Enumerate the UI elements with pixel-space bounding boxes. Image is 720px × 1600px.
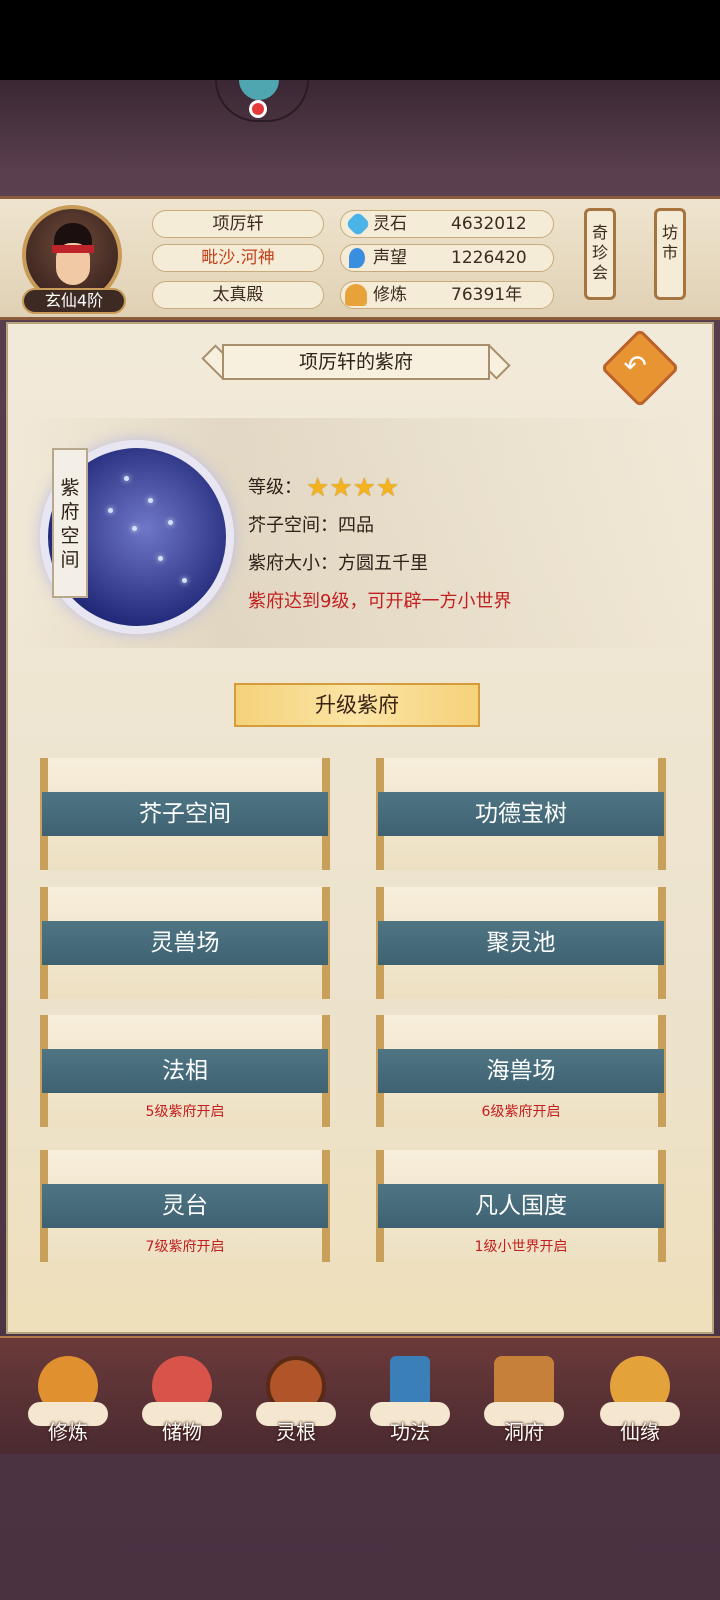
- nav-storage[interactable]: 储物: [132, 1346, 232, 1446]
- avatar-headband: [52, 245, 94, 253]
- meditation-icon: [345, 284, 367, 306]
- feature-requirement: 6级紫府开启: [481, 1104, 561, 1120]
- resource-spirit-stone: 灵石 4632012: [340, 210, 554, 238]
- nav-cultivate[interactable]: 修炼: [18, 1346, 118, 1446]
- player-name: 项厉轩: [152, 210, 324, 238]
- level-label: 等级：: [248, 477, 302, 498]
- page-title: 项厉轩的紫府: [222, 344, 490, 380]
- space-grade: 芥子空间：四品: [248, 515, 374, 536]
- spirit-stone-icon: [345, 211, 371, 237]
- nav-label: 洞府: [504, 1420, 544, 1444]
- feature-card-faxiang[interactable]: 法相 5级紫府开启: [34, 1015, 336, 1127]
- return-arrow-icon: ↶: [623, 348, 647, 382]
- constellation-star: [168, 520, 173, 525]
- constellation-star: [132, 526, 137, 531]
- nav-cave-house[interactable]: 洞府: [474, 1346, 574, 1446]
- nav-label: 修炼: [48, 1420, 88, 1444]
- level-stars: ★★★★: [306, 473, 400, 503]
- zifu-size: 紫府大小：方圆五千里: [248, 553, 428, 574]
- resource-cultivation: 修炼 76391年: [340, 281, 554, 309]
- feature-card-haishou[interactable]: 海兽场 6级紫府开启: [370, 1015, 672, 1127]
- feature-name: 法相: [162, 1058, 208, 1084]
- nav-spirit-root[interactable]: 灵根: [246, 1346, 346, 1446]
- feature-name: 灵台: [162, 1193, 208, 1219]
- feature-name: 灵兽场: [150, 930, 220, 956]
- star-icon: ★: [329, 473, 353, 503]
- nav-label: 灵根: [276, 1420, 316, 1444]
- feature-name: 凡人国度: [475, 1193, 567, 1219]
- resource-value: 1226420: [451, 248, 527, 268]
- nav-technique[interactable]: 功法: [360, 1346, 460, 1446]
- market-button[interactable]: 坊市: [654, 208, 686, 300]
- unlock-hint: 紫府达到9级，可开辟一方小世界: [248, 591, 512, 612]
- constellation-star: [108, 508, 113, 513]
- feature-requirement: 1级小世界开启: [474, 1239, 568, 1255]
- feature-name: 芥子空间: [139, 801, 231, 827]
- feature-requirement: 5级紫府开启: [145, 1104, 225, 1120]
- feature-card-jiezi[interactable]: 芥子空间: [34, 758, 336, 870]
- nav-label: 储物: [162, 1420, 202, 1444]
- feature-card-lingtai[interactable]: 灵台 7级紫府开启: [34, 1150, 336, 1262]
- nav-label: 仙缘: [620, 1420, 660, 1444]
- feature-name: 聚灵池: [486, 930, 556, 956]
- upgrade-zifu-button[interactable]: 升级紫府: [234, 683, 480, 727]
- feature-name: 功德宝树: [475, 801, 567, 827]
- prestige-flame-icon: [349, 248, 365, 268]
- feature-card-gongde[interactable]: 功德宝树: [370, 758, 672, 870]
- star-icon: ★: [306, 473, 330, 503]
- constellation-star: [158, 556, 163, 561]
- resource-prestige: 声望 1226420: [340, 244, 554, 272]
- treasure-fair-button[interactable]: 奇珍会: [584, 208, 616, 300]
- nav-label: 功法: [390, 1420, 430, 1444]
- star-icon: ★: [352, 473, 376, 503]
- resource-value: 4632012: [451, 214, 527, 234]
- resource-label: 声望: [373, 248, 407, 268]
- constellation-star: [148, 498, 153, 503]
- resource-value: 76391年: [451, 285, 523, 305]
- feature-card-juling[interactable]: 聚灵池: [370, 887, 672, 999]
- star-icon: ★: [375, 473, 400, 503]
- player-rank: 玄仙4阶: [22, 288, 126, 314]
- resource-label: 修炼: [373, 285, 407, 305]
- notification-dot: [249, 100, 267, 118]
- feature-name: 海兽场: [486, 1058, 556, 1084]
- orb-label: 紫府空间: [52, 448, 88, 598]
- creature-icon: [239, 80, 279, 100]
- player-sect: 太真殿: [152, 281, 324, 309]
- feature-requirement: 7级紫府开启: [145, 1239, 225, 1255]
- resource-label: 灵石: [373, 214, 407, 234]
- feature-card-lingshou[interactable]: 灵兽场: [34, 887, 336, 999]
- feature-card-fanren[interactable]: 凡人国度 1级小世界开启: [370, 1150, 672, 1262]
- constellation-star: [124, 476, 129, 481]
- constellation-star: [182, 578, 187, 583]
- player-title: 毗沙.河神: [152, 244, 324, 272]
- nav-fate[interactable]: 仙缘: [590, 1346, 690, 1446]
